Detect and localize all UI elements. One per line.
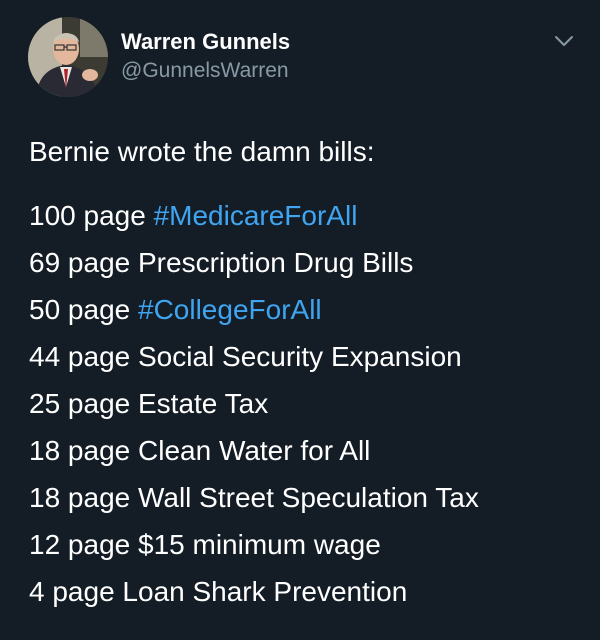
bill-line: 18 page Wall Street Speculation Tax xyxy=(29,474,589,521)
avatar[interactable] xyxy=(28,17,108,97)
bill-page-count: 18 page xyxy=(29,482,138,513)
bill-name: Wall Street Speculation Tax xyxy=(138,482,479,513)
bill-name: Prescription Drug Bills xyxy=(138,247,414,278)
bill-line: 50 page #CollegeForAll xyxy=(29,286,589,333)
tweet-text: Bernie wrote the damn bills: 100 page #M… xyxy=(29,134,589,615)
bill-page-count: 25 page xyxy=(29,388,138,419)
bill-page-count: 4 page xyxy=(29,576,123,607)
bill-page-count: 44 page xyxy=(29,341,138,372)
bill-line: 18 page Clean Water for All xyxy=(29,427,589,474)
bill-list: 100 page #MedicareForAll 69 page Prescri… xyxy=(29,192,589,615)
bill-name: Clean Water for All xyxy=(138,435,371,466)
bill-line: 44 page Social Security Expansion xyxy=(29,333,589,380)
bill-page-count: 18 page xyxy=(29,435,138,466)
tweet-intro: Bernie wrote the damn bills: xyxy=(29,136,375,167)
chevron-down-icon[interactable] xyxy=(553,33,575,49)
bill-name: $15 minimum wage xyxy=(138,529,381,560)
bill-line: 12 page $15 minimum wage xyxy=(29,521,589,568)
bill-page-count: 12 page xyxy=(29,529,138,560)
hashtag-link[interactable]: #CollegeForAll xyxy=(138,294,322,325)
bill-name: Estate Tax xyxy=(138,388,269,419)
bill-name: Loan Shark Prevention xyxy=(122,576,408,607)
bill-line: 4 page Loan Shark Prevention xyxy=(29,568,589,615)
author-display-name[interactable]: Warren Gunnels xyxy=(121,29,290,55)
author-handle[interactable]: @GunnelsWarren xyxy=(121,59,289,83)
bill-page-count: 69 page xyxy=(29,247,138,278)
bill-page-count: 100 page xyxy=(29,200,154,231)
hashtag-link[interactable]: #MedicareForAll xyxy=(154,200,358,231)
bill-line: 25 page Estate Tax xyxy=(29,380,589,427)
avatar-image xyxy=(28,17,108,97)
tweet: Warren Gunnels @GunnelsWarren Bernie wro… xyxy=(0,0,600,640)
bill-line: 69 page Prescription Drug Bills xyxy=(29,239,589,286)
bill-line: 100 page #MedicareForAll xyxy=(29,192,589,239)
bill-name: Social Security Expansion xyxy=(138,341,462,372)
bill-page-count: 50 page xyxy=(29,294,138,325)
